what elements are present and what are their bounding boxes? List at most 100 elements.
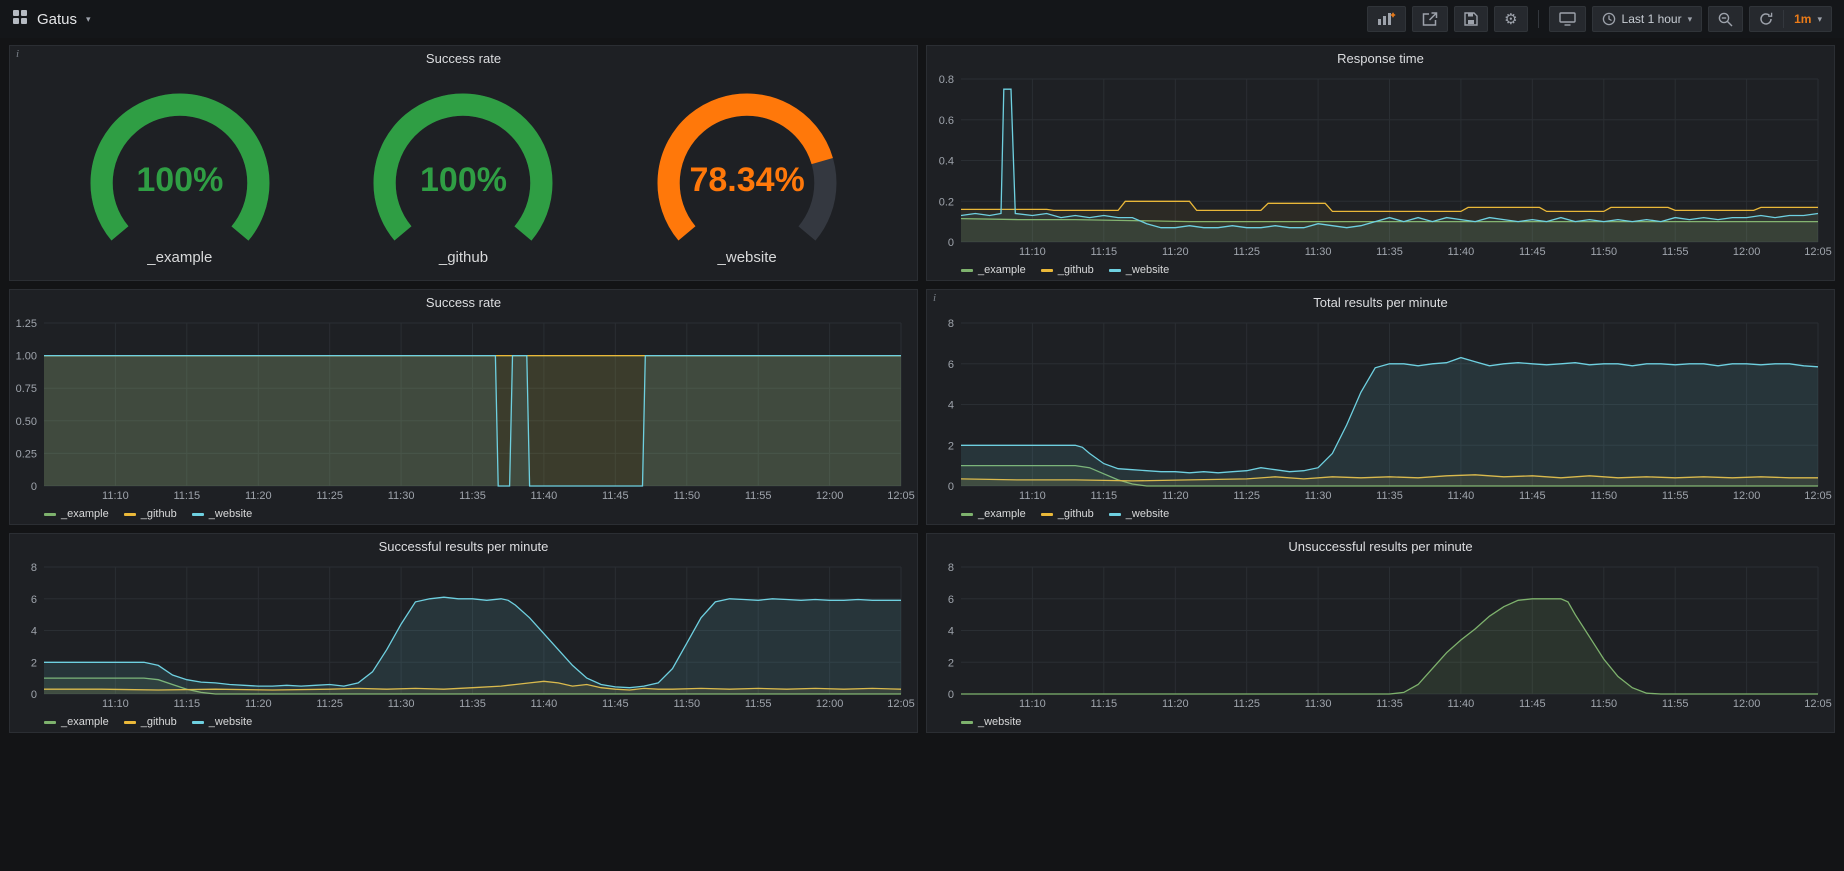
gauge-label: _example — [147, 249, 212, 266]
legend-label[interactable]: _website — [209, 716, 252, 728]
zoom-out-button[interactable] — [1708, 6, 1743, 32]
legend-color-dash — [1041, 513, 1053, 516]
legend-color-dash — [192, 721, 204, 724]
panel-title[interactable]: Success rate — [10, 46, 917, 71]
legend-label[interactable]: _website — [978, 716, 1021, 728]
svg-text:12:05: 12:05 — [887, 698, 915, 710]
panel-title[interactable]: Unsuccessful results per minute — [927, 534, 1834, 559]
svg-text:11:35: 11:35 — [459, 490, 486, 502]
refresh-separator — [1783, 10, 1784, 28]
svg-text:11:15: 11:15 — [173, 698, 200, 710]
share-button[interactable] — [1412, 6, 1448, 32]
legend-item[interactable]: _example — [44, 716, 109, 728]
legend-label[interactable]: _github — [1058, 508, 1094, 520]
legend-label[interactable]: _example — [978, 264, 1026, 276]
legend-item[interactable]: _website — [1109, 508, 1169, 520]
legend-item[interactable]: _website — [1109, 264, 1169, 276]
legend-label[interactable]: _github — [141, 508, 177, 520]
navbar: Gatus ▾ ⚙ — [0, 0, 1844, 38]
gauge-arc: 100% — [365, 85, 561, 247]
chart-canvas-successful-results[interactable]: 0246811:1011:1511:2011:2511:3011:3511:40… — [10, 559, 917, 712]
svg-text:4: 4 — [948, 400, 954, 412]
chart-canvas-success-rate[interactable]: 00.250.500.751.001.2511:1011:1511:2011:2… — [10, 315, 917, 504]
legend-color-dash — [124, 513, 136, 516]
zoom-out-icon — [1718, 12, 1733, 27]
chart-legend: _example _github _website — [927, 504, 1834, 524]
dashboard-title[interactable]: Gatus — [37, 11, 77, 28]
legend-item[interactable]: _github — [1041, 508, 1094, 520]
legend-item[interactable]: _example — [961, 264, 1026, 276]
svg-text:0.25: 0.25 — [16, 448, 37, 460]
legend-item[interactable]: _website — [192, 508, 252, 520]
panel-title[interactable]: Response time — [927, 46, 1834, 71]
svg-text:11:50: 11:50 — [673, 698, 700, 710]
panel-title[interactable]: Total results per minute — [927, 290, 1834, 315]
svg-text:8: 8 — [948, 318, 954, 330]
dashboard-grid-icon[interactable] — [12, 9, 28, 30]
refresh-button[interactable]: 1m ▾ — [1749, 6, 1832, 32]
svg-text:11:35: 11:35 — [1376, 490, 1403, 502]
svg-text:4: 4 — [31, 626, 37, 638]
svg-text:0: 0 — [31, 481, 37, 493]
panel-title[interactable]: Success rate — [10, 290, 917, 315]
panel-response-time: Response time 00.20.40.60.811:1011:1511:… — [926, 45, 1835, 281]
svg-text:11:30: 11:30 — [388, 698, 415, 710]
legend-item[interactable]: _website — [192, 716, 252, 728]
svg-text:11:35: 11:35 — [1376, 246, 1403, 258]
svg-text:11:20: 11:20 — [1162, 246, 1189, 258]
chart-canvas-unsuccessful-results[interactable]: 0246811:1011:1511:2011:2511:3011:3511:40… — [927, 559, 1834, 712]
refresh-interval-label[interactable]: 1m — [1794, 12, 1811, 26]
svg-text:11:35: 11:35 — [459, 698, 486, 710]
svg-text:0.75: 0.75 — [16, 383, 37, 395]
chart-legend: _website — [927, 712, 1834, 732]
svg-text:0.6: 0.6 — [939, 115, 954, 127]
legend-color-dash — [124, 721, 136, 724]
gauge-value: 78.34% — [649, 161, 845, 200]
chart-canvas-response-time[interactable]: 00.20.40.60.811:1011:1511:2011:2511:3011… — [927, 71, 1834, 260]
legend-label[interactable]: _example — [61, 508, 109, 520]
legend-item[interactable]: _website — [961, 716, 1021, 728]
legend-item[interactable]: _example — [44, 508, 109, 520]
svg-text:11:10: 11:10 — [102, 698, 129, 710]
clock-icon — [1602, 12, 1616, 26]
info-icon[interactable]: i — [933, 292, 936, 304]
settings-button[interactable]: ⚙ — [1494, 6, 1527, 32]
svg-text:6: 6 — [31, 594, 37, 606]
legend-item[interactable]: _example — [961, 508, 1026, 520]
svg-text:11:40: 11:40 — [1448, 698, 1475, 710]
panel-title[interactable]: Successful results per minute — [10, 534, 917, 559]
info-icon[interactable]: i — [16, 48, 19, 60]
panel-unsuccessful-results: Unsuccessful results per minute 0246811:… — [926, 533, 1835, 733]
legend-label[interactable]: _example — [978, 508, 1026, 520]
navbar-separator — [1538, 10, 1539, 28]
svg-text:11:15: 11:15 — [1090, 490, 1117, 502]
add-panel-button[interactable] — [1367, 6, 1406, 32]
tv-mode-button[interactable] — [1549, 6, 1586, 32]
svg-text:11:10: 11:10 — [1019, 246, 1046, 258]
chart-canvas-total-results[interactable]: 0246811:1011:1511:2011:2511:3011:3511:40… — [927, 315, 1834, 504]
time-range-button[interactable]: Last 1 hour ▾ — [1592, 6, 1703, 32]
gauge-arc: 100% — [82, 85, 278, 247]
svg-text:11:40: 11:40 — [531, 490, 558, 502]
dashboard-grid: i Success rate 100% _example 100% _githu… — [0, 38, 1844, 740]
svg-text:2: 2 — [948, 657, 954, 669]
legend-item[interactable]: _github — [124, 508, 177, 520]
svg-text:11:20: 11:20 — [1162, 698, 1189, 710]
legend-label[interactable]: _website — [1126, 264, 1169, 276]
legend-label[interactable]: _github — [141, 716, 177, 728]
legend-label[interactable]: _website — [1126, 508, 1169, 520]
legend-item[interactable]: _github — [124, 716, 177, 728]
svg-text:11:10: 11:10 — [1019, 698, 1046, 710]
svg-text:11:40: 11:40 — [1448, 490, 1475, 502]
legend-item[interactable]: _github — [1041, 264, 1094, 276]
svg-text:0: 0 — [31, 689, 37, 701]
legend-label[interactable]: _github — [1058, 264, 1094, 276]
svg-text:1.00: 1.00 — [16, 351, 37, 363]
svg-text:11:25: 11:25 — [1233, 698, 1260, 710]
legend-label[interactable]: _example — [61, 716, 109, 728]
svg-text:12:05: 12:05 — [1804, 698, 1832, 710]
caret-down-icon[interactable]: ▾ — [86, 15, 91, 24]
save-button[interactable] — [1454, 6, 1488, 32]
legend-label[interactable]: _website — [209, 508, 252, 520]
svg-text:11:45: 11:45 — [1519, 246, 1546, 258]
